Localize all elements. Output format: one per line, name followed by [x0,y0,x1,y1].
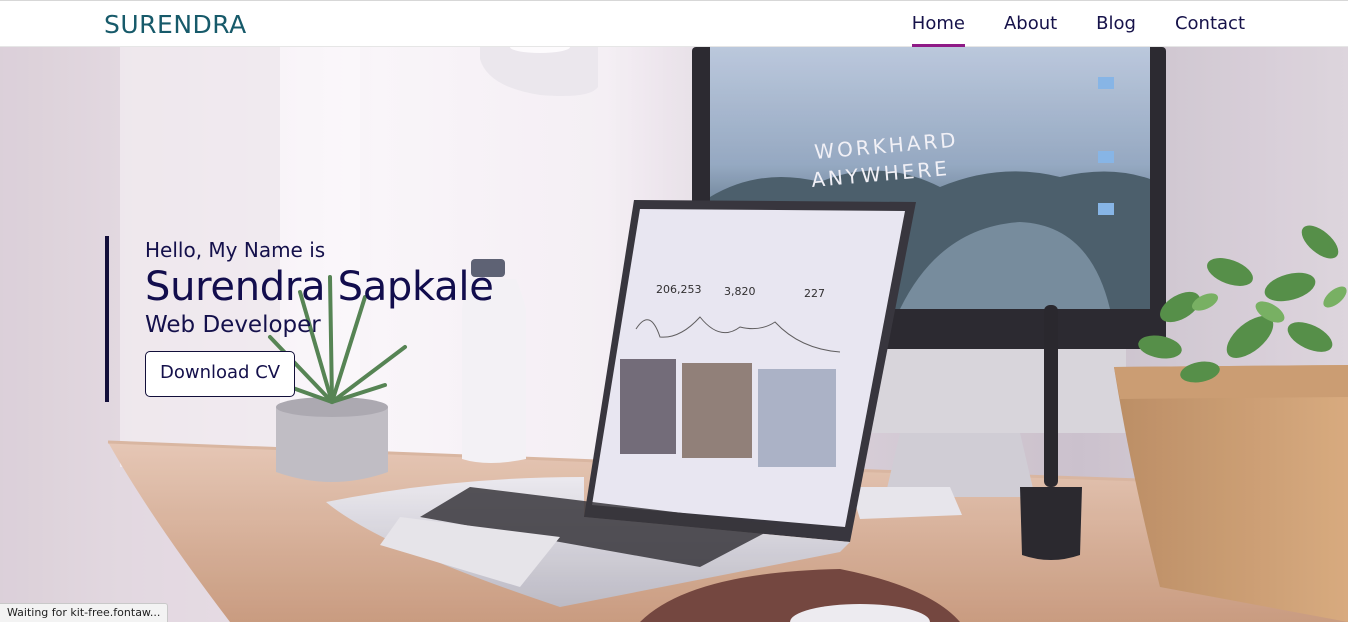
hero-intro: Hello, My Name is Surendra Sapkale Web D… [105,236,494,402]
browser-status-bar: Waiting for kit-free.fontaw... [0,603,169,622]
nav-item-home[interactable]: Home [911,1,966,47]
download-cv-button[interactable]: Download CV [145,351,296,397]
nav-item-contact[interactable]: Contact [1175,1,1245,47]
top-navbar: SURENDRA Home About Blog Contact [0,0,1348,47]
hero-name: Surendra Sapkale [145,264,494,310]
hero-section: WORKHARD ANYWHERE 206,253 3,820 227 Hell… [0,47,1348,622]
hero-greeting: Hello, My Name is [145,238,326,262]
hero-role: Web Developer [145,312,321,338]
brand-logo[interactable]: SURENDRA [104,10,247,39]
nav-links: Home About Blog Contact [873,1,1245,47]
nav-item-blog[interactable]: Blog [1096,1,1136,47]
nav-item-about[interactable]: About [1004,1,1057,47]
